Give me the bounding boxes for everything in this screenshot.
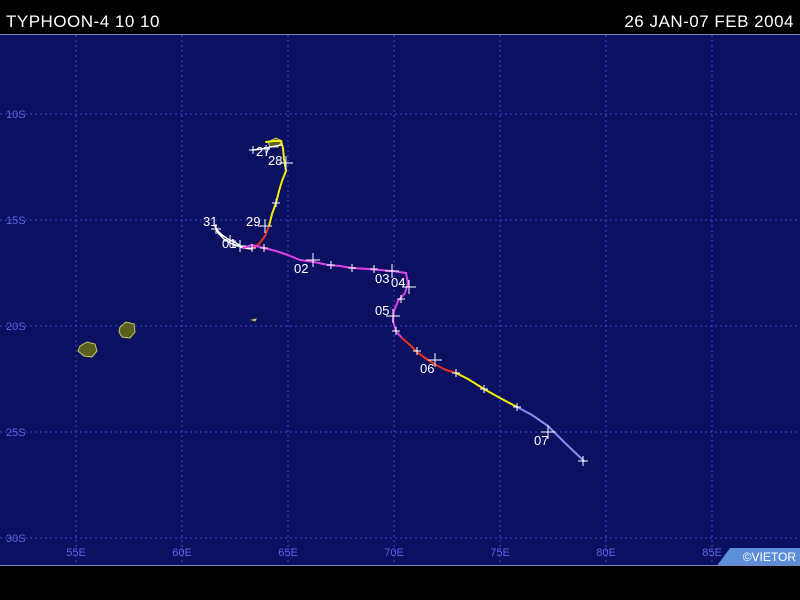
lat-label-20s: 20S: [6, 321, 26, 333]
day-label-29: 29: [246, 214, 260, 229]
lon-label-60e: 60E: [172, 547, 192, 559]
day-label-04: 04: [391, 275, 405, 290]
tick-mark: [348, 264, 356, 272]
tick-mark: [260, 244, 268, 252]
lat-label-10s: 10S: [6, 109, 26, 121]
day-label-28: 28: [268, 153, 282, 168]
day-label-02: 02: [294, 261, 308, 276]
tick-mark: [513, 403, 521, 411]
lat-label-25s: 25S: [6, 427, 26, 439]
footer-bar: [0, 566, 800, 600]
lon-label-65e: 65E: [278, 547, 298, 559]
map-canvas: 10S 15S 20S 25S 30S 55E 60E 65E 70E 75E …: [0, 35, 800, 565]
lon-label-85e: 85E: [702, 547, 722, 559]
lat-label-15s: 15S: [6, 215, 26, 227]
date-labels: 27 28 29 31 01 02 03 04 05 06 07: [203, 144, 548, 448]
island-rodrigues: [250, 318, 257, 322]
header-bar: TYPHOON-4 10 10 26 JAN-07 FEB 2004: [0, 0, 800, 34]
lon-label-55e: 55E: [66, 547, 86, 559]
island-mauritius: [118, 321, 136, 339]
grid: [0, 35, 800, 565]
lat-label-30s: 30S: [6, 533, 26, 545]
lon-label-70e: 70E: [384, 547, 404, 559]
storm-track: [214, 140, 585, 462]
island-reunion: [77, 341, 98, 358]
lon-label-80e: 80E: [596, 547, 616, 559]
lon-labels: 55E 60E 65E 70E 75E 80E 85E: [66, 547, 722, 559]
track-map: 10S 15S 20S 25S 30S 55E 60E 65E 70E 75E …: [0, 34, 800, 566]
track-segment-yellow-south: [455, 372, 518, 408]
lon-label-75e: 75E: [490, 547, 510, 559]
copyright-badge: ©VIETOR: [716, 548, 800, 565]
track-ticks: [211, 145, 588, 466]
track-segment-periwinkle: [516, 406, 585, 462]
day-label-05: 05: [375, 303, 389, 318]
day-label-06: 06: [420, 361, 434, 376]
tick-mark: [272, 199, 280, 207]
tick-mark: [452, 369, 460, 377]
map-title: TYPHOON-4 10 10: [6, 12, 160, 31]
day-label-03: 03: [375, 271, 389, 286]
day-label-31: 31: [203, 214, 217, 229]
day-label-01: 01: [222, 236, 236, 251]
lat-labels: 10S 15S 20S 25S 30S: [6, 109, 26, 545]
tick-mark: [327, 261, 335, 269]
date-range: 26 JAN-07 FEB 2004: [624, 12, 794, 31]
day-label-07: 07: [534, 433, 548, 448]
track-segment-magenta-west: [242, 244, 407, 274]
